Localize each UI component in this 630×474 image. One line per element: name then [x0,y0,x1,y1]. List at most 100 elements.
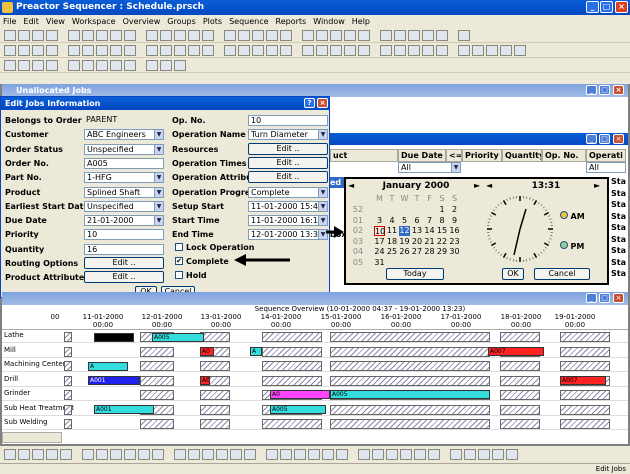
gantt-bar[interactable]: A0 [200,347,214,356]
gantt-bar[interactable]: A001 [88,376,140,385]
dropdown-field[interactable]: 12-01-2000 13:31▼ [248,229,328,240]
toolbar-tool-icon[interactable] [32,45,44,56]
gantt-tool-icon[interactable] [464,449,476,460]
gantt-tool-icon[interactable] [428,449,440,460]
gantt-tool-icon[interactable] [336,449,348,460]
column-header[interactable]: Op. No. [542,149,586,162]
menu-item-8[interactable]: Reports [276,15,307,28]
grid-cell[interactable]: Sta [611,212,626,221]
toolbar-tool-icon[interactable] [146,30,158,41]
toolbar-tool-icon[interactable] [224,30,236,41]
toolbar-tool-icon[interactable] [4,30,16,41]
toolbar-tool-icon[interactable] [458,45,470,56]
gantt-tool-icon[interactable] [152,449,164,460]
text-field[interactable]: 10 [248,115,328,126]
toolbar-tool-icon[interactable] [380,45,392,56]
menu-item-1[interactable]: Edit [23,15,39,28]
edit-button[interactable]: Edit .. [84,271,164,283]
grid-cell[interactable]: Sta [611,189,626,198]
calendar-day[interactable]: 20 [412,237,423,247]
resource-label[interactable]: Sub Welding [4,418,48,427]
toolbar-tool-icon[interactable] [68,45,80,56]
gantt-tool-icon[interactable] [386,449,398,460]
due-date-filter[interactable]: All▼ [398,162,461,173]
grid-cell[interactable]: Sta [611,269,626,278]
menu-item-3[interactable]: Workspace [72,15,116,28]
next-month-button[interactable]: ► [474,181,480,190]
maximize-button[interactable]: □ [599,134,610,144]
grid-cell[interactable]: Sta [611,200,626,209]
text-field[interactable]: 10 [84,229,164,240]
gantt-tool-icon[interactable] [506,449,518,460]
calendar-day[interactable]: 16 [449,226,460,236]
toolbar-tool-icon[interactable] [486,45,498,56]
toolbar-tool-icon[interactable] [500,45,512,56]
toolbar-tool-icon[interactable] [358,45,370,56]
dropdown-field[interactable]: ABC Engineers▼ [84,129,164,140]
gantt-tool-icon[interactable] [294,449,306,460]
resource-label[interactable]: Mill [4,346,16,355]
dropdown-field[interactable]: 1-HFG▼ [84,172,164,183]
toolbar-tool-icon[interactable] [408,45,420,56]
resource-label[interactable]: Grinder [4,389,30,398]
gantt-tool-icon[interactable] [124,449,136,460]
resource-label[interactable]: Machining Center [4,360,66,369]
gantt-window-title[interactable]: _ □ × [2,292,628,305]
column-header[interactable]: Due Date [398,149,446,162]
grid-cell[interactable]: Sta [611,258,626,267]
gantt-bar[interactable]: A0 [270,390,330,399]
toolbar-tool-icon[interactable] [316,30,328,41]
toolbar-tool-icon[interactable] [202,30,214,41]
column-header[interactable]: uct [330,149,398,162]
gantt-bar[interactable]: A0 [200,376,210,385]
dropdown-field[interactable]: 21-01-2000▼ [84,215,164,226]
toolbar-tool-icon[interactable] [68,60,80,71]
toolbar-tool-icon[interactable] [96,45,108,56]
gantt-tool-icon[interactable] [96,449,108,460]
chevron-down-icon[interactable]: ▼ [154,173,163,182]
toolbar-tool-icon[interactable] [202,45,214,56]
dropdown-field[interactable]: Unspecified▼ [84,144,164,155]
column-header[interactable]: Operati [586,149,626,162]
calendar-day[interactable]: 5 [399,216,410,226]
calendar-day[interactable]: 1 [437,205,448,215]
toolbar-tool-icon[interactable] [124,30,136,41]
calendar-ok-button[interactable]: OK [502,268,524,280]
chevron-down-icon[interactable]: ▼ [154,202,163,211]
gantt-tool-icon[interactable] [4,449,16,460]
gantt-tool-icon[interactable] [492,449,504,460]
toolbar-tool-icon[interactable] [302,45,314,56]
toolbar-tool-icon[interactable] [160,60,172,71]
chevron-down-icon[interactable]: ▼ [318,188,327,197]
pm-radio[interactable]: PM [560,241,584,251]
grid-cell[interactable]: Sta [611,177,626,186]
minimize-button[interactable]: _ [586,1,599,13]
toolbar-tool-icon[interactable] [18,45,30,56]
toolbar-tool-icon[interactable] [458,30,470,41]
toolbar-tool-icon[interactable] [82,60,94,71]
toolbar-tool-icon[interactable] [146,60,158,71]
gantt-bar[interactable]: A005 [270,405,326,414]
toolbar-tool-icon[interactable] [316,45,328,56]
gantt-tool-icon[interactable] [358,449,370,460]
operation-filter[interactable]: All [586,162,626,173]
toolbar-tool-icon[interactable] [224,45,236,56]
toolbar-tool-icon[interactable] [436,30,448,41]
gantt-tool-icon[interactable] [400,449,412,460]
calendar-cancel-button[interactable]: Cancel [534,268,590,280]
toolbar-tool-icon[interactable] [96,30,108,41]
menu-item-10[interactable]: Help [352,15,370,28]
maximize-button[interactable]: □ [599,85,610,95]
dialog-close-button[interactable]: × [317,98,328,108]
column-header[interactable]: <= [446,149,462,162]
minimize-button[interactable]: _ [586,134,597,144]
dropdown-field[interactable]: Unspecified▼ [84,201,164,212]
chevron-down-icon[interactable]: ▼ [318,202,327,211]
calendar-day[interactable]: 31 [374,258,385,268]
column-header[interactable]: Priority [462,149,502,162]
prev-time-button[interactable]: ◄ [486,181,492,190]
toolbar-tool-icon[interactable] [68,30,80,41]
toolbar-tool-icon[interactable] [436,45,448,56]
gantt-bar[interactable]: A001 [94,405,154,414]
calendar-day[interactable]: 6 [412,216,423,226]
